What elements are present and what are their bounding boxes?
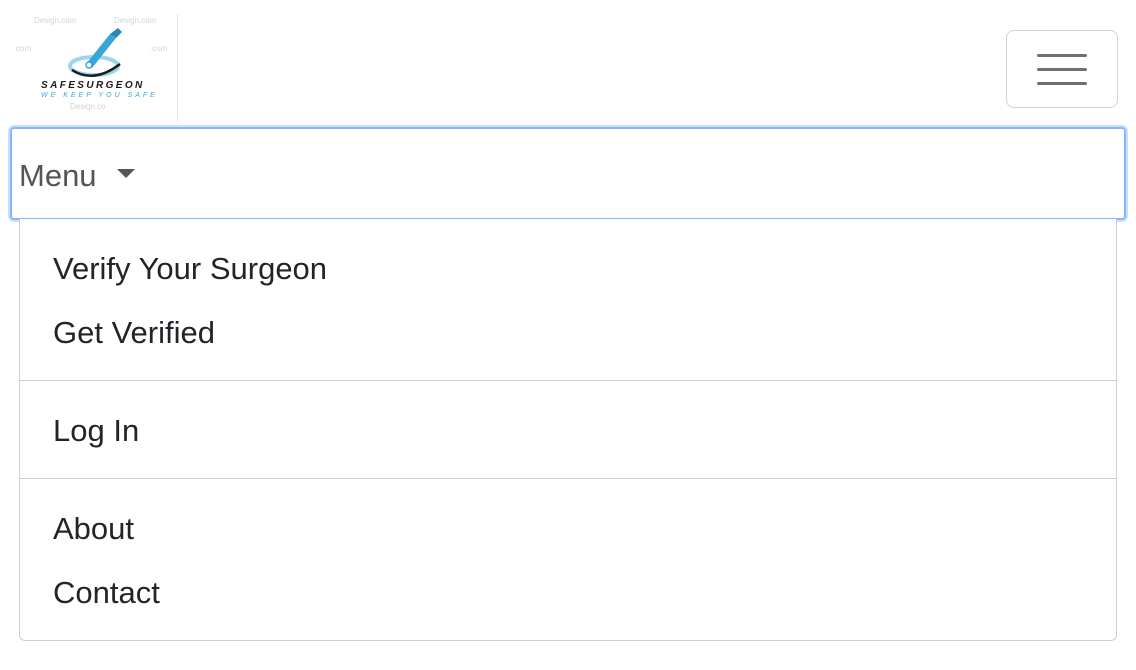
menu-item-verify-your-surgeon[interactable]: Verify Your Surgeon (53, 251, 327, 287)
menu-divider (20, 478, 1116, 479)
menu-item-get-verified[interactable]: Get Verified (53, 315, 215, 351)
scalpel-logo-icon (68, 28, 122, 77)
brand-name: SAFESURGEON (41, 80, 145, 91)
menu-label: Menu (19, 158, 97, 193)
watermark-text: .com (150, 44, 168, 53)
watermark-text: com (16, 44, 32, 53)
hamburger-bar (1037, 68, 1087, 71)
caret-down-icon (117, 169, 135, 178)
hamburger-bar (1037, 82, 1087, 85)
page: Design.com Design.com com .com Design.co… (0, 0, 1136, 670)
navbar-toggler-button[interactable] (1006, 30, 1118, 108)
watermark-text: Design.co (70, 102, 106, 111)
menu-item-log-in[interactable]: Log In (53, 413, 139, 449)
brand-logo[interactable]: Design.com Design.com com .com Design.co… (14, 14, 178, 122)
menu-item-contact[interactable]: Contact (53, 575, 160, 611)
brand-tagline: WE KEEP YOU SAFE (41, 92, 158, 99)
menu-divider (20, 380, 1116, 381)
hamburger-bar (1037, 54, 1087, 57)
menu-item-about[interactable]: About (53, 511, 134, 547)
menu-dropdown-panel: Verify Your Surgeon Get Verified Log In … (19, 219, 1117, 641)
menu-dropdown-toggle[interactable]: Menu (10, 127, 1126, 220)
